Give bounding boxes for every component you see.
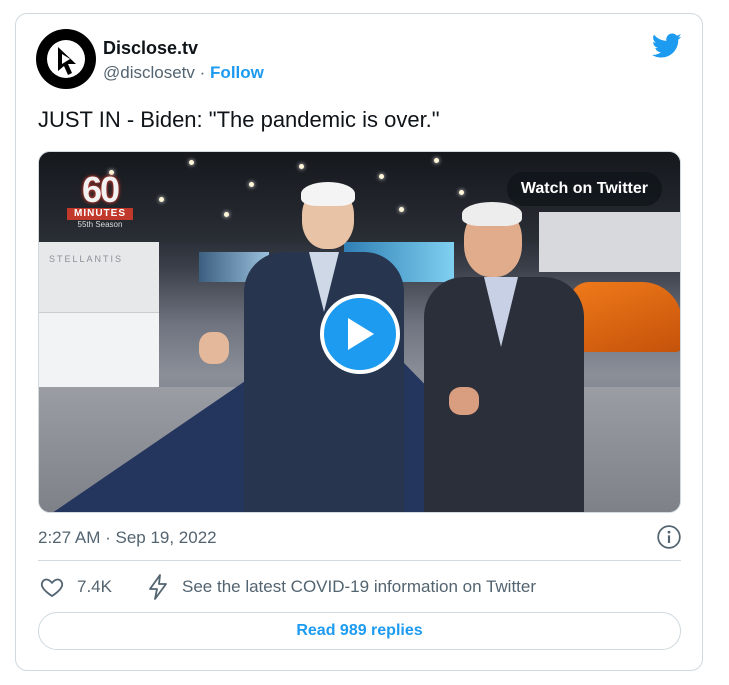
covid-info-link[interactable]: See the latest COVID-19 information on T… bbox=[182, 577, 536, 597]
twitter-bird-icon[interactable] bbox=[652, 33, 682, 59]
play-button[interactable] bbox=[320, 294, 400, 374]
logo-number: 60 bbox=[81, 169, 120, 210]
read-replies-button[interactable]: Read 989 replies bbox=[38, 612, 681, 650]
follow-link[interactable]: Follow bbox=[210, 63, 264, 82]
divider bbox=[38, 560, 681, 561]
like-count[interactable]: 7.4K bbox=[77, 577, 112, 597]
author-handle[interactable]: @disclosetv bbox=[103, 63, 195, 82]
author-name[interactable]: Disclose.tv bbox=[103, 38, 198, 59]
heart-icon[interactable] bbox=[40, 575, 64, 599]
video-player[interactable]: STELLANTIS 60 MINUTES 55th Season Watch … bbox=[38, 151, 681, 513]
sixty-minutes-logo: 60 MINUTES 55th Season bbox=[67, 172, 133, 232]
tweet-timestamp[interactable]: 2:27 AM · Sep 19, 2022 bbox=[38, 528, 217, 548]
tweet-card: Disclose.tv @disclosetv · Follow JUST IN… bbox=[15, 13, 703, 671]
logo-season: 55th Season bbox=[77, 220, 123, 229]
watch-on-twitter-button[interactable]: Watch on Twitter bbox=[506, 172, 662, 206]
disclose-avatar-icon bbox=[47, 40, 85, 78]
booth-sign: STELLANTIS bbox=[49, 254, 124, 264]
tweet-text: JUST IN - Biden: "The pandemic is over." bbox=[38, 107, 440, 132]
bolt-icon bbox=[149, 574, 167, 600]
logo-word: MINUTES bbox=[67, 208, 133, 220]
meta-separator: · bbox=[199, 63, 206, 82]
author-avatar[interactable] bbox=[36, 29, 96, 89]
author-meta: @disclosetv · Follow bbox=[103, 63, 264, 83]
play-icon bbox=[348, 318, 374, 350]
info-icon[interactable] bbox=[656, 524, 682, 550]
video-scene-car bbox=[569, 282, 680, 352]
